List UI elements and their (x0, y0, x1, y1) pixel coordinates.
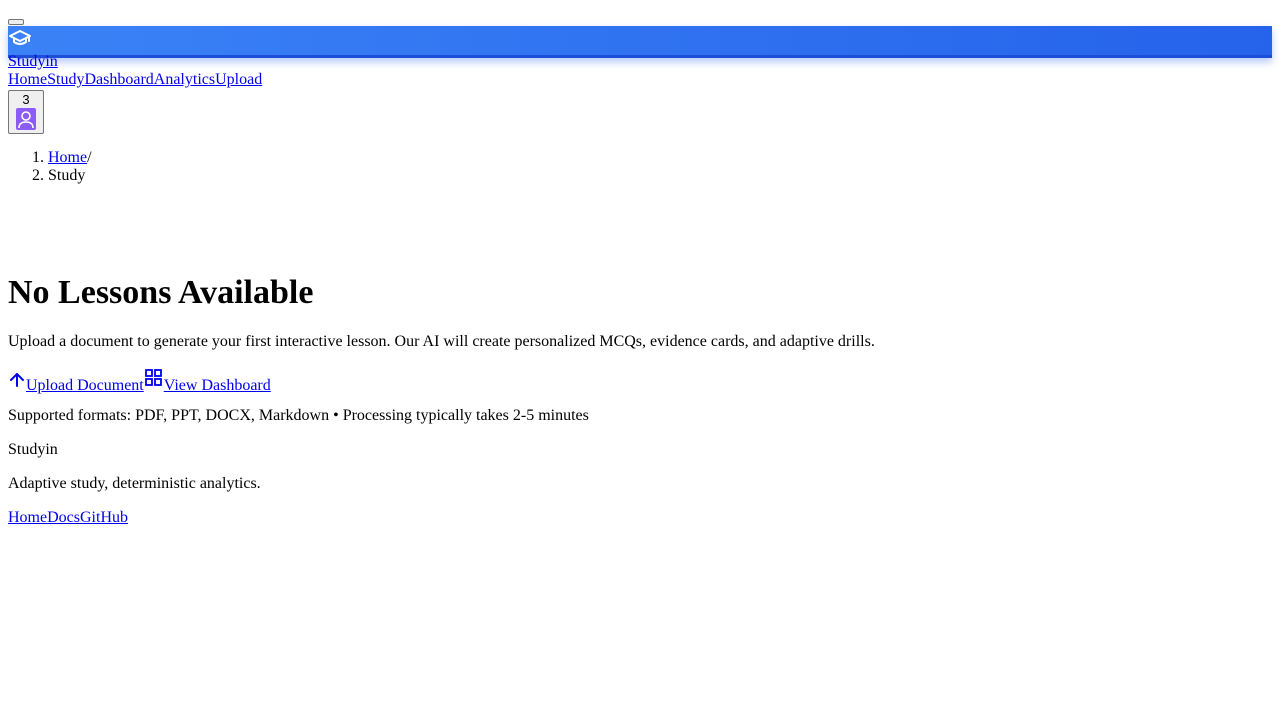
nav-analytics[interactable]: Analytics (154, 71, 215, 88)
arrow-up-icon (8, 373, 26, 392)
upload-document-button[interactable]: Upload Document (26, 377, 144, 394)
nav-home[interactable]: Home (8, 71, 47, 88)
view-dashboard-button[interactable]: View Dashboard (164, 377, 271, 394)
empty-state-actions: Upload Document View Dashboard (8, 369, 271, 394)
nav-dashboard[interactable]: Dashboard (84, 71, 153, 88)
notification-badge: 3 (22, 92, 30, 107)
nav-upload[interactable]: Upload (215, 71, 262, 88)
graduation-cap-icon (8, 28, 32, 48)
breadcrumb: Home/ Study (8, 149, 92, 185)
header-bar (8, 26, 1272, 58)
avatar-icon (16, 108, 36, 130)
footer-brand: Studyin (8, 441, 58, 458)
breadcrumb-item: Home/ (48, 149, 92, 167)
footer-link-docs[interactable]: Docs (47, 509, 80, 526)
breadcrumb-separator: / (87, 149, 92, 166)
footer-link-home[interactable]: Home (8, 509, 47, 526)
footer-link-github[interactable]: GitHub (80, 509, 128, 526)
empty-state-description: Upload a document to generate your first… (8, 333, 875, 350)
user-menu-button[interactable]: 3 (8, 90, 44, 134)
empty-state-title: No Lessons Available (8, 274, 314, 311)
nav-study[interactable]: Study (47, 71, 84, 88)
brand-link[interactable]: Studyin (8, 53, 58, 70)
breadcrumb-home-link[interactable]: Home (48, 149, 87, 166)
main-nav: HomeStudyDashboardAnalyticsUpload (8, 71, 262, 89)
breadcrumb-current: Study (48, 167, 92, 185)
footer-links: HomeDocsGitHub (8, 509, 128, 527)
dashboard-grid-icon (144, 369, 164, 392)
footer-tagline: Adaptive study, deterministic analytics. (8, 475, 261, 492)
supported-formats-note: Supported formats: PDF, PPT, DOCX, Markd… (8, 407, 589, 424)
menu-toggle-button[interactable] (8, 19, 24, 25)
